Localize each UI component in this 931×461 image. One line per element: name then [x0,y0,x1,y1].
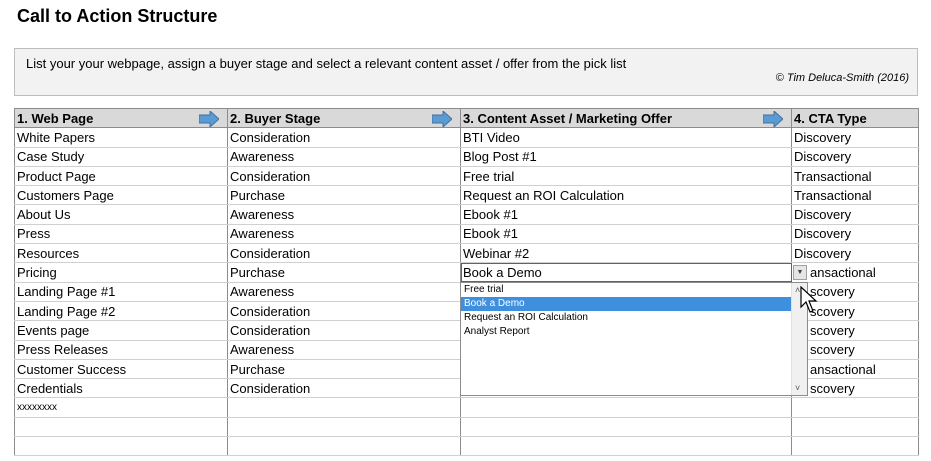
cell-buyer-stage[interactable] [227,397,461,418]
cell-content-asset[interactable]: Ebook #1 [460,223,792,245]
dropdown-option-selected[interactable]: Book a Demo [461,297,791,311]
header-cta-type[interactable]: 4. CTA Type [791,107,919,129]
cell-buyer-stage[interactable]: Awareness [227,146,461,167]
instructions-box: List your your webpage, assign a buyer s… [14,48,918,96]
cell-cta-type[interactable]: Discovery [791,204,919,225]
cell-content-asset-active[interactable]: Book a Demo [460,262,792,283]
instructions-text: List your your webpage, assign a buyer s… [26,56,627,71]
cell-web-page[interactable]: xxxxxxxx [14,397,228,418]
cell-web-page[interactable]: Customers Page [14,185,228,206]
header-label: 3. Content Asset / Marketing Offer [463,110,672,126]
header-label: 1. Web Page [17,110,94,126]
cell-content-asset[interactable] [460,436,792,457]
cell-buyer-stage[interactable]: Consideration [227,127,461,148]
cell-web-page[interactable]: Press Releases [14,339,228,360]
cell-web-page[interactable]: White Papers [14,127,228,148]
table-row: Press Awareness Ebook #1 Discovery [14,223,919,245]
cell-web-page[interactable]: Product Page [14,165,228,187]
cell-web-page[interactable]: Events page [14,320,228,341]
cell-content-asset[interactable]: Webinar #2 [460,243,792,264]
cell-content-asset[interactable]: Request an ROI Calculation [460,185,792,206]
cell-cta-type[interactable] [791,397,919,418]
dropdown-option[interactable]: Analyst Report [461,325,791,339]
table-row [14,436,919,457]
page-title: Call to Action Structure [17,6,218,26]
cell-web-page[interactable]: About Us [14,204,228,225]
cell-cta-type[interactable]: scovery [791,378,919,399]
cell-web-page[interactable] [14,416,228,438]
dropdown-list: Free trial Book a Demo Request an ROI Ca… [460,282,808,396]
cell-web-page[interactable]: Pricing [14,262,228,283]
table-row: About Us Awareness Ebook #1 Discovery [14,204,919,225]
table-row: Customers Page Purchase Request an ROI C… [14,185,919,206]
header-web-page[interactable]: 1. Web Page [14,107,228,129]
cell-cta-type[interactable]: Discovery [791,127,919,148]
table-row: Product Page Consideration Free trial Tr… [14,165,919,187]
cell-buyer-stage[interactable]: Awareness [227,281,461,302]
cell-buyer-stage[interactable]: Purchase [227,358,461,380]
arrow-right-icon [763,111,783,127]
cell-content-asset[interactable]: BTI Video [460,127,792,148]
cell-cta-type[interactable]: scovery [791,339,919,360]
cell-buyer-stage[interactable]: Awareness [227,204,461,225]
cell-content-asset[interactable] [460,416,792,438]
cell-buyer-stage[interactable] [227,416,461,438]
dropdown-button[interactable]: ▼ [793,265,807,280]
cell-web-page[interactable] [14,436,228,457]
cell-buyer-stage[interactable]: Consideration [227,300,461,322]
table-row: Case Study Awareness Blog Post #1 Discov… [14,146,919,167]
cell-buyer-stage[interactable]: Consideration [227,165,461,187]
cell-buyer-stage[interactable]: Awareness [227,223,461,245]
cell-content-asset[interactable]: Blog Post #1 [460,146,792,167]
chevron-down-icon: ▼ [796,269,804,276]
cell-cta-type[interactable] [791,436,919,457]
cell-cta-type[interactable]: ansactional [791,358,919,380]
header-label: 2. Buyer Stage [230,110,321,126]
cell-cta-type[interactable]: Transactional [791,165,919,187]
arrow-right-icon [199,111,219,127]
header-content-asset[interactable]: 3. Content Asset / Marketing Offer [460,107,792,129]
cell-buyer-stage[interactable]: Purchase [227,185,461,206]
cell-web-page[interactable]: Credentials [14,378,228,399]
cell-web-page[interactable]: Landing Page #2 [14,300,228,322]
cell-cta-type[interactable]: scovery [791,320,919,341]
cell-cta-type[interactable]: Discovery [791,146,919,167]
header-label: 4. CTA Type [794,110,867,126]
dropdown-option[interactable]: Free trial [461,283,791,297]
credit-text: © Tim Deluca-Smith (2016) [775,72,909,84]
cell-buyer-stage[interactable]: Consideration [227,378,461,399]
table-row: xxxxxxxx [14,397,919,418]
cell-buyer-stage[interactable]: Consideration [227,243,461,264]
dropdown-option[interactable]: Request an ROI Calculation [461,311,791,325]
mouse-pointer-icon [800,286,818,313]
cell-cta-type[interactable]: Discovery [791,223,919,245]
cell-content-asset[interactable]: Ebook #1 [460,204,792,225]
cell-web-page[interactable]: Case Study [14,146,228,167]
cell-buyer-stage[interactable]: Consideration [227,320,461,341]
cell-content-asset[interactable]: Free trial [460,165,792,187]
cell-web-page[interactable]: Landing Page #1 [14,281,228,302]
cell-web-page[interactable]: Press [14,223,228,245]
cell-web-page[interactable]: Customer Success [14,358,228,380]
header-buyer-stage[interactable]: 2. Buyer Stage [227,107,461,129]
cell-buyer-stage[interactable]: Awareness [227,339,461,360]
cell-buyer-stage[interactable]: Purchase [227,262,461,283]
cell-buyer-stage[interactable] [227,436,461,457]
cell-web-page[interactable]: Resources [14,243,228,264]
cell-cta-type[interactable]: Discovery [791,243,919,264]
chevron-down-icon[interactable]: ˅ [795,383,800,393]
header-row: 1. Web Page 2. Buyer Stage 3. Content As… [14,107,919,129]
table-row: Resources Consideration Webinar #2 Disco… [14,243,919,264]
table-row: Pricing Purchase Book a Demo ansactional [14,262,919,283]
arrow-right-icon [432,111,452,127]
table-row: White Papers Consideration BTI Video Dis… [14,127,919,148]
table-row [14,416,919,438]
cell-cta-type[interactable] [791,416,919,438]
cell-cta-type[interactable]: ansactional [791,262,919,283]
cell-cta-type[interactable]: Transactional [791,185,919,206]
cell-content-asset[interactable] [460,397,792,418]
